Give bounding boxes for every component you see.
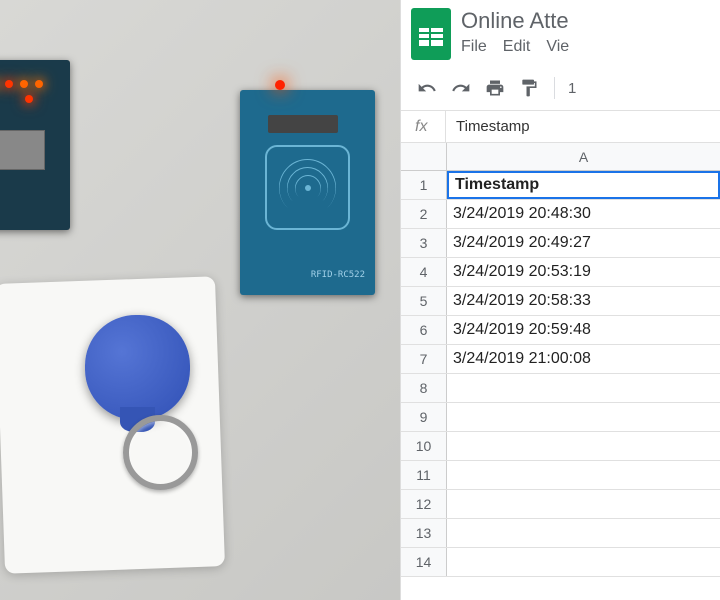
formula-bar: fx [401,111,720,143]
rfid-label: RFID-RC522 [311,270,365,280]
hardware-photo: RFID-RC522 [0,0,400,600]
row-header[interactable]: 14 [401,548,447,576]
document-title[interactable]: Online Atte [461,8,569,34]
menu-view[interactable]: Vie [546,38,569,56]
row-header[interactable]: 3 [401,229,447,257]
cell[interactable] [447,403,720,431]
sd-card-slot [0,130,45,170]
row-header[interactable]: 4 [401,258,447,286]
cell[interactable] [447,519,720,547]
cell[interactable]: 3/24/2019 20:49:27 [447,229,720,257]
row-header[interactable]: 2 [401,200,447,228]
table-row: 8 [401,374,720,403]
cell[interactable] [447,374,720,402]
zoom-level[interactable]: 1 [568,80,576,97]
print-icon[interactable] [483,76,507,100]
table-row: 13 [401,519,720,548]
row-header[interactable]: 7 [401,345,447,373]
table-row: 12 [401,490,720,519]
table-row: 43/24/2019 20:53:19 [401,258,720,287]
row-header[interactable]: 6 [401,316,447,344]
table-row: 1Timestamp [401,171,720,200]
row-header[interactable]: 9 [401,403,447,431]
rfid-key-fob [85,315,195,445]
cell[interactable] [447,432,720,460]
cell[interactable] [447,490,720,518]
table-row: 63/24/2019 20:59:48 [401,316,720,345]
row-header[interactable]: 8 [401,374,447,402]
menu-bar: File Edit Vie [461,38,569,56]
row-header[interactable]: 12 [401,490,447,518]
row-header[interactable]: 1 [401,171,447,199]
cell[interactable]: 3/24/2019 21:00:08 [447,345,720,373]
google-sheets-window: Online Atte File Edit Vie 1 fx A 1Timest… [400,0,720,600]
rfid-reader-module: RFID-RC522 [240,90,375,295]
table-row: 33/24/2019 20:49:27 [401,229,720,258]
toolbar: 1 [401,66,720,111]
table-row: 11 [401,461,720,490]
table-row: 14 [401,548,720,577]
google-sheets-icon[interactable] [411,8,451,60]
paint-format-icon[interactable] [517,76,541,100]
cell[interactable]: 3/24/2019 20:48:30 [447,200,720,228]
row-header[interactable]: 5 [401,287,447,315]
cell[interactable] [447,548,720,576]
table-row: 53/24/2019 20:58:33 [401,287,720,316]
column-header-a[interactable]: A [447,143,720,170]
cell[interactable]: 3/24/2019 20:58:33 [447,287,720,315]
table-row: 10 [401,432,720,461]
row-header[interactable]: 10 [401,432,447,460]
cell[interactable]: 3/24/2019 20:59:48 [447,316,720,344]
row-header[interactable]: 11 [401,461,447,489]
cell[interactable]: 3/24/2019 20:53:19 [447,258,720,286]
table-row: 23/24/2019 20:48:30 [401,200,720,229]
cell[interactable] [447,461,720,489]
menu-edit[interactable]: Edit [503,38,531,56]
cell[interactable]: Timestamp [447,171,720,199]
redo-icon[interactable] [449,76,473,100]
menu-file[interactable]: File [461,38,487,56]
select-all-corner[interactable] [401,143,447,170]
spreadsheet-grid[interactable]: A 1Timestamp23/24/2019 20:48:3033/24/201… [401,143,720,600]
row-header[interactable]: 13 [401,519,447,547]
fx-label: fx [401,118,445,136]
formula-input[interactable] [445,111,720,142]
undo-icon[interactable] [415,76,439,100]
table-row: 73/24/2019 21:00:08 [401,345,720,374]
table-row: 9 [401,403,720,432]
